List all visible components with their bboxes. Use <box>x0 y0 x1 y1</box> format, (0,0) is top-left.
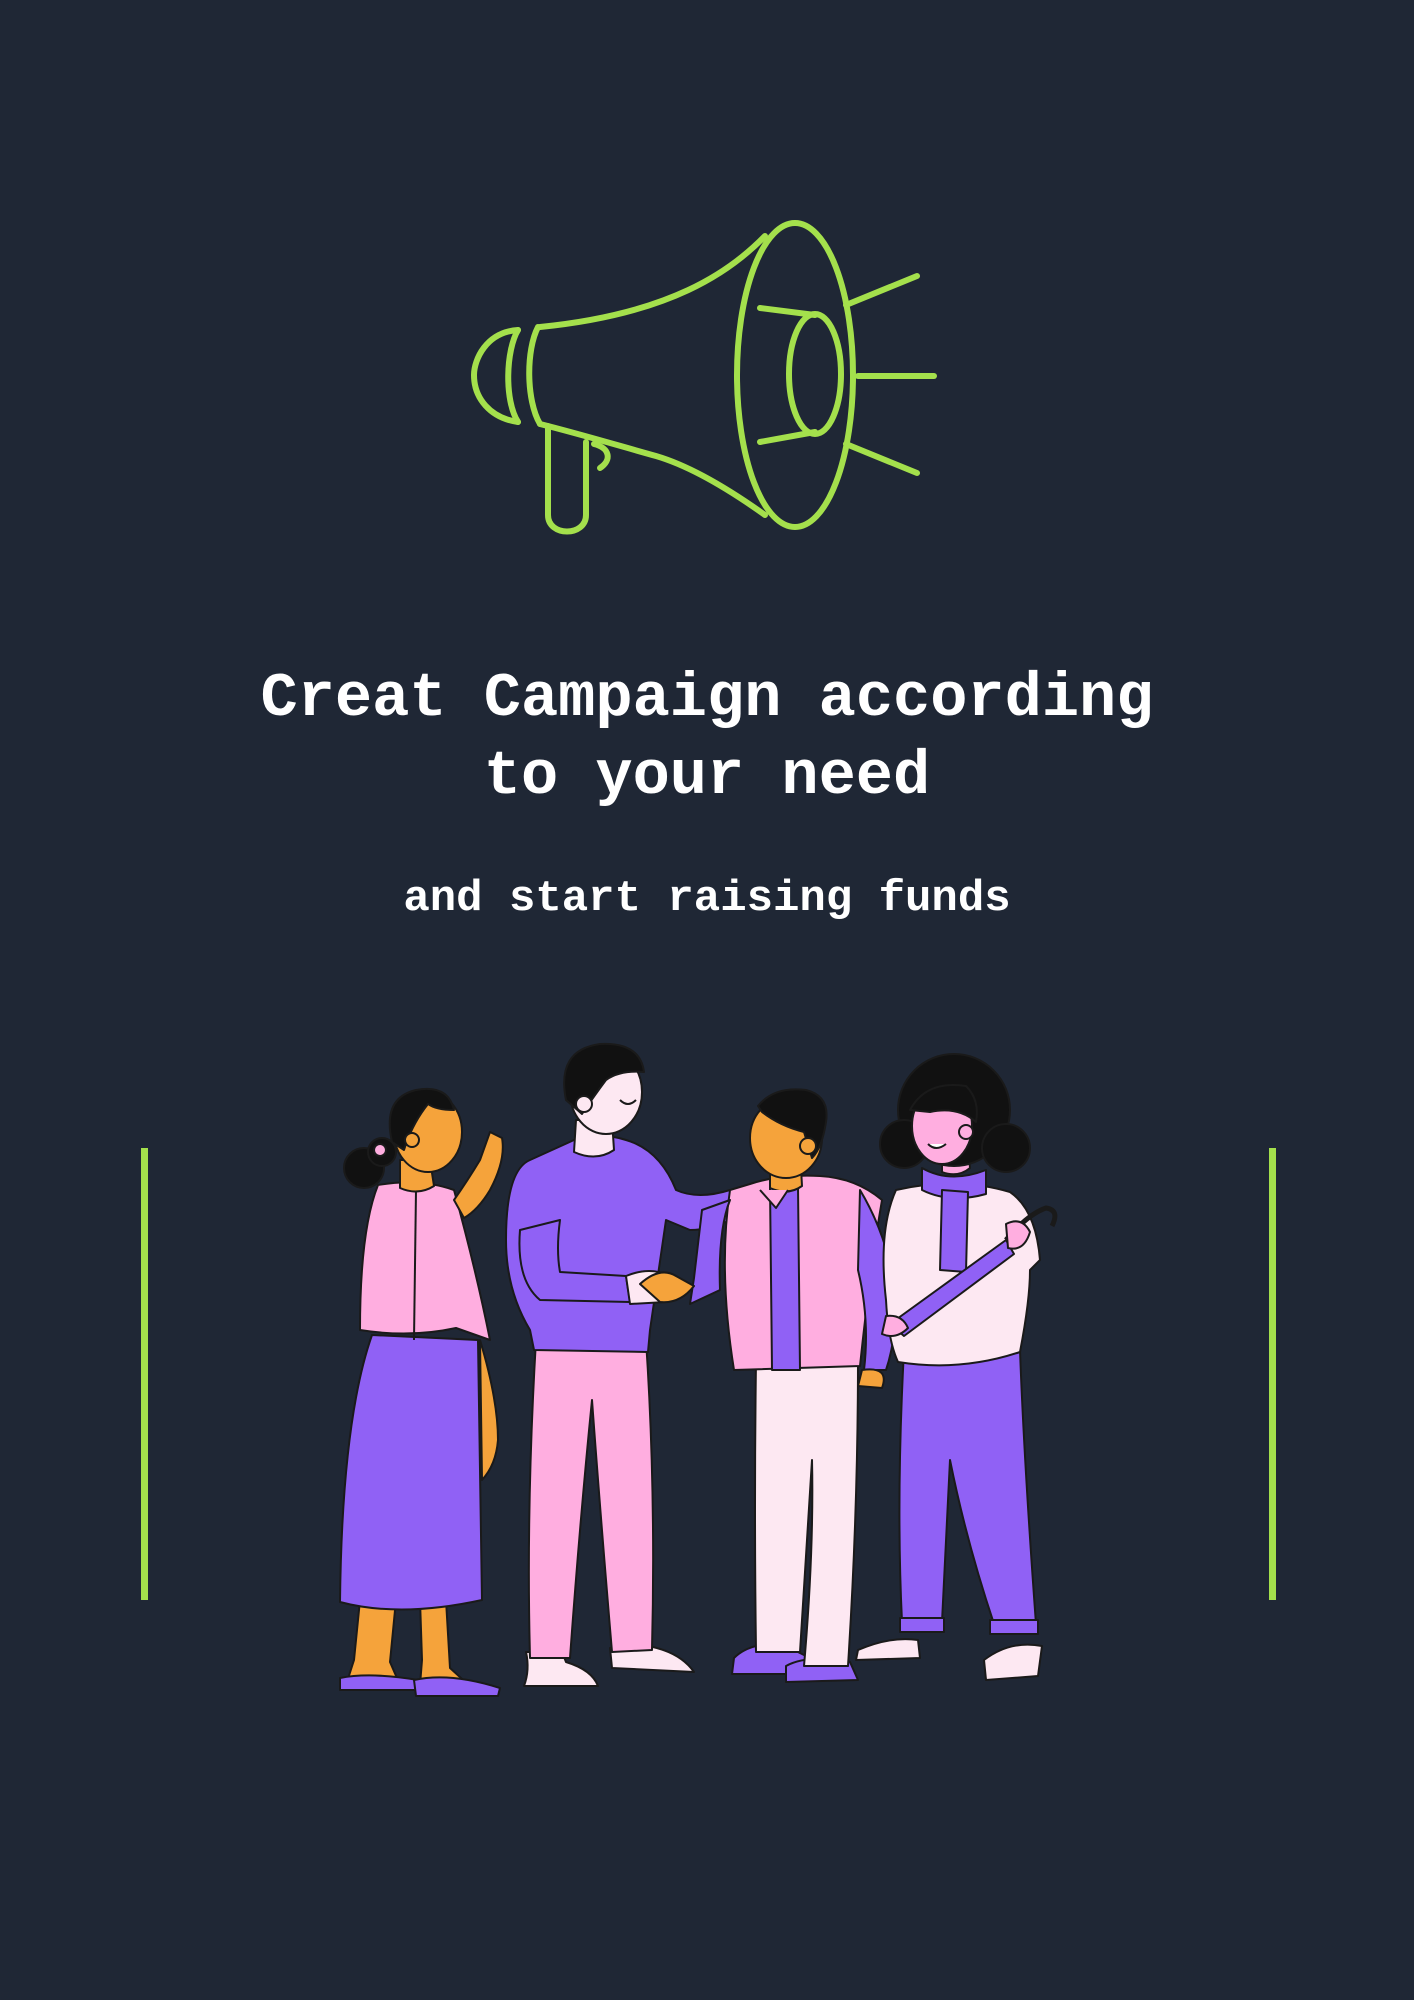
megaphone-icon <box>471 220 937 535</box>
onboarding-page: Creat Campaign according to your need an… <box>0 0 1414 2000</box>
woman-left-figure <box>339 1088 504 1697</box>
man-purple-shirt-figure <box>505 1042 731 1687</box>
man-pink-jacket-figure <box>639 1088 897 1683</box>
page-subtitle: and start raising funds <box>403 874 1011 924</box>
people-greeting-illustration <box>339 1042 1058 1697</box>
title-line-2: to your need <box>483 741 931 812</box>
page-title: Creat Campaign according to your need <box>0 660 1414 816</box>
left-accent-line <box>141 1148 148 1600</box>
title-line-1: Creat Campaign according <box>260 663 1154 734</box>
right-accent-line <box>1269 1148 1276 1600</box>
